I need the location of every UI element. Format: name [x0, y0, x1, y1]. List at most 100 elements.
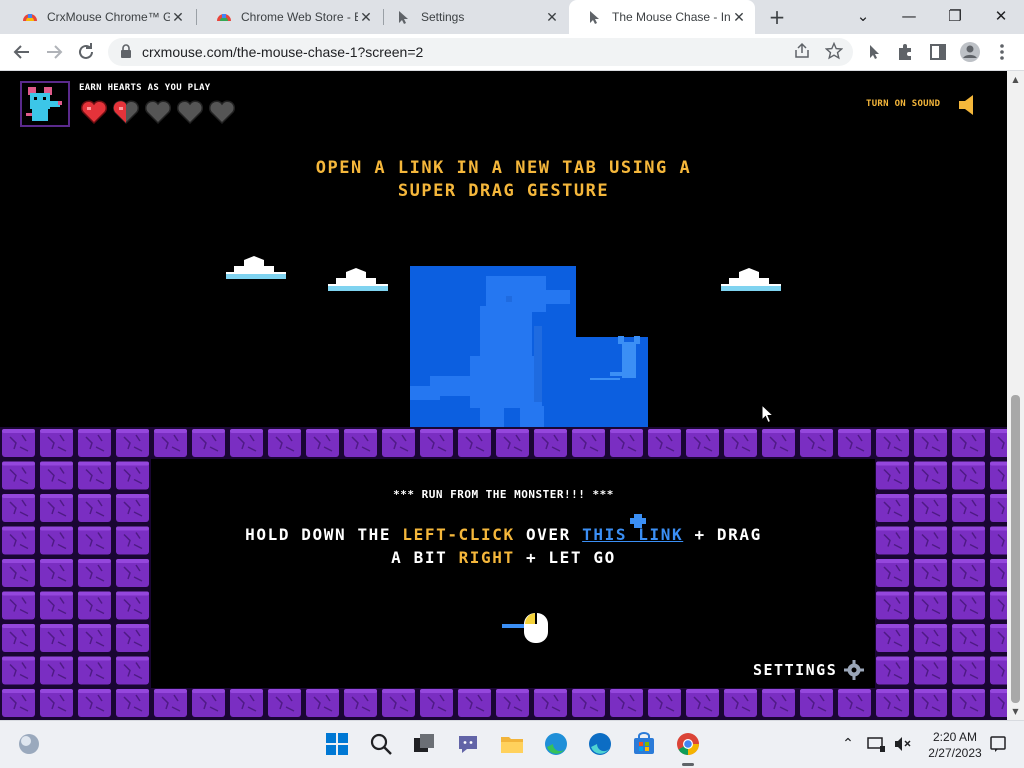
headline-line-2: SUPER DRAG GESTURE	[397, 181, 610, 201]
start-icon[interactable]	[324, 731, 350, 757]
tab-mouse-chase[interactable]: The Mouse Chase - Int ✕	[569, 0, 755, 34]
search-icon[interactable]	[368, 731, 394, 757]
address-bar[interactable]: crxmouse.com/the-mouse-chase-1?screen=2	[108, 38, 853, 66]
share-icon[interactable]	[792, 42, 812, 62]
clock-time: 2:20 AM	[932, 730, 978, 744]
instr-over: OVER	[514, 525, 583, 544]
gesture-arrow-icon	[590, 11, 599, 24]
profile-avatar-icon	[960, 42, 980, 62]
close-icon[interactable]: ✕	[731, 9, 747, 25]
edge-icon[interactable]	[543, 731, 569, 757]
settings-button[interactable]: SETTINGS	[753, 661, 837, 679]
mascot-avatar	[20, 81, 70, 127]
lock-icon	[121, 44, 131, 58]
close-icon[interactable]: ✕	[170, 9, 186, 25]
clock-date: 2/27/2023	[928, 746, 982, 760]
tab-title: The Mouse Chase - Int	[612, 10, 731, 24]
restore-button[interactable]: ❐	[932, 0, 978, 34]
cloud-icon	[721, 268, 781, 291]
edge-beta-icon[interactable]	[587, 731, 613, 757]
drag-instructions: HOLD DOWN THE LEFT-CLICK OVER THIS LINK …	[0, 523, 1007, 569]
instructions-line-1: HOLD DOWN THE LEFT-CLICK OVER THIS LINK …	[0, 523, 1007, 546]
menu-button[interactable]	[990, 40, 1014, 64]
close-icon[interactable]: ✕	[544, 9, 560, 25]
scrollbar-thumb[interactable]	[1011, 395, 1020, 703]
instructions-line-2: A BIT RIGHT + LET GO	[0, 546, 1007, 569]
chat-icon[interactable]	[455, 731, 481, 757]
task-view-icon[interactable]	[411, 731, 437, 757]
back-arrow-icon	[13, 45, 29, 59]
store-icon[interactable]	[631, 731, 657, 757]
minimize-button[interactable]: —	[886, 0, 932, 34]
url-text[interactable]: crxmouse.com/the-mouse-chase-1?screen=2	[142, 44, 423, 60]
puzzle-icon	[899, 44, 911, 60]
page-viewport: EARN HEARTS AS YOU PLAY TURN ON SOUND OP…	[0, 71, 1007, 720]
gear-icon[interactable]	[844, 660, 864, 680]
tab-divider	[196, 9, 197, 25]
tab-title: Chrome Web Store - E	[241, 10, 358, 24]
forward-arrow-icon	[47, 45, 63, 59]
headline-line-1: OPEN A LINK IN A NEW TAB USING A	[315, 158, 692, 178]
heart-empty-icon	[176, 100, 204, 125]
crxmouse-icon	[23, 14, 37, 21]
browser-toolbar: crxmouse.com/the-mouse-chase-1?screen=2	[0, 34, 1024, 71]
file-explorer-icon[interactable]	[499, 731, 525, 757]
tab-chrome-web-store[interactable]: Chrome Web Store - E ✕	[198, 0, 382, 34]
mouse-pointer-icon	[761, 404, 775, 424]
cloud-icon	[328, 268, 388, 291]
scroll-down-icon[interactable]: ▼	[1007, 703, 1024, 720]
reload-icon	[79, 43, 93, 59]
profile-button[interactable]	[958, 40, 982, 64]
run-from-monster-label: *** RUN FROM THE MONSTER!!! ***	[393, 488, 614, 501]
reload-button[interactable]	[74, 40, 98, 64]
tab-title: Settings	[421, 10, 465, 24]
heart-empty-icon	[208, 100, 236, 125]
speaker-icon[interactable]	[957, 93, 977, 117]
heart-half-icon	[112, 100, 140, 125]
earn-hearts-label: EARN HEARTS AS YOU PLAY	[79, 83, 211, 93]
instr-left-click: LEFT-CLICK	[402, 525, 515, 544]
show-hidden-icons-chevron-icon[interactable]: ⌃	[838, 734, 858, 754]
display-icon[interactable]	[866, 734, 886, 754]
instr-hold: HOLD DOWN THE	[245, 525, 403, 544]
blue-mouse-mascot-icon	[26, 87, 62, 121]
gesture-arrow-icon	[870, 45, 879, 59]
level-headline: OPEN A LINK IN A NEW TAB USING A SUPER D…	[0, 157, 1007, 203]
extensions-button[interactable]	[894, 40, 918, 64]
instr-bit: A BIT	[391, 548, 459, 567]
back-button[interactable]	[10, 40, 34, 64]
volume-muted-icon[interactable]	[892, 734, 912, 754]
turn-on-sound-link[interactable]: TURN ON SOUND	[866, 99, 940, 109]
tab-crxmouse[interactable]: CrxMouse Chrome™ G ✕	[4, 0, 194, 34]
system-clock[interactable]: 2:20 AM 2/27/2023	[920, 729, 990, 761]
blue-bird-icon	[630, 514, 646, 528]
tab-search-button[interactable]: ⌄	[840, 0, 886, 34]
widgets-icon[interactable]	[16, 731, 42, 757]
side-panel-icon	[930, 44, 946, 60]
side-panel-button[interactable]	[926, 40, 950, 64]
crxmouse-extension-button[interactable]	[862, 40, 886, 64]
tab-settings[interactable]: Settings ✕	[378, 0, 568, 34]
scroll-up-icon[interactable]: ▲	[1007, 71, 1024, 88]
tab-strip: CrxMouse Chrome™ G ✕ Chrome Web Store - …	[0, 0, 1024, 34]
webstore-icon	[217, 14, 231, 21]
heart-full-icon	[80, 100, 108, 125]
chrome-icon[interactable]	[675, 731, 701, 757]
monster-chasing-mouse-image[interactable]	[410, 266, 648, 429]
instr-let-go: + LET GO	[514, 548, 616, 567]
settings-gesture-icon	[399, 11, 408, 24]
close-icon[interactable]: ✕	[358, 9, 374, 25]
close-window-button[interactable]: ✕	[978, 0, 1024, 34]
tab-title: CrxMouse Chrome™ G	[47, 10, 170, 24]
heart-empty-icon	[144, 100, 172, 125]
drag-right-mouse-icon	[502, 613, 548, 643]
cloud-icon	[226, 256, 286, 279]
notification-icon[interactable]	[988, 734, 1008, 754]
bookmark-star-icon[interactable]	[824, 41, 844, 62]
forward-button[interactable]	[42, 40, 66, 64]
kebab-menu-icon	[1000, 44, 1004, 60]
new-tab-button[interactable]: +	[766, 6, 788, 28]
active-app-indicator	[682, 763, 694, 766]
page-scrollbar[interactable]: ▲ ▼	[1007, 71, 1024, 720]
instr-plus-drag: + DRAG	[683, 525, 762, 544]
